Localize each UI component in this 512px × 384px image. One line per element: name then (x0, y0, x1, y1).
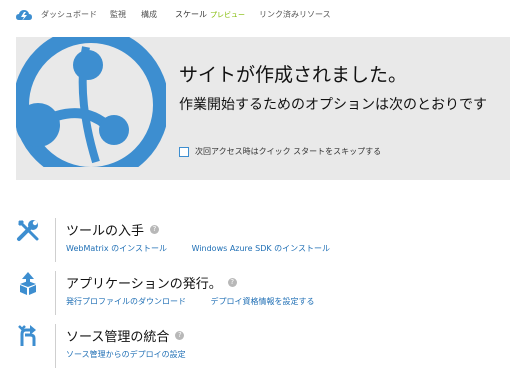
preview-badge: プレビュー (210, 11, 245, 19)
install-azure-sdk-link[interactable]: Windows Azure SDK のインストール (192, 244, 330, 253)
divider (55, 324, 56, 368)
section-source-control: ソース管理の統合 ? ソース管理からのデプロイの設定 (16, 324, 496, 370)
website-globe-icon (16, 37, 166, 167)
nav-configure[interactable]: 構成 (141, 9, 157, 20)
skip-quickstart-label: 次回アクセス時はクイック スタートをスキップする (195, 147, 382, 156)
top-navigation: ダッシュボード 監視 構成 スケール プレビュー リンク済みリソース (0, 0, 512, 30)
set-deployment-credentials-link[interactable]: デプロイ資格情報を設定する (211, 297, 315, 306)
nav-linked-resources[interactable]: リンク済みリソース (259, 9, 331, 20)
skip-quickstart-checkbox[interactable] (179, 146, 189, 157)
section-links: WebMatrix のインストール Windows Azure SDK のインス… (66, 243, 352, 254)
section-title-text: ツールの入手 (66, 224, 145, 239)
divider (55, 271, 56, 315)
help-icon[interactable]: ? (227, 278, 237, 287)
section-links: ソース管理からのデプロイの設定 (66, 349, 208, 360)
cloud-lightning-icon[interactable] (16, 8, 32, 22)
section-title: アプリケーションの発行。 ? (66, 273, 237, 292)
publish-icon (20, 272, 36, 295)
divider (55, 218, 56, 262)
section-title: ソース管理の統合 ? (66, 326, 185, 345)
section-title-text: ソース管理の統合 (66, 330, 170, 345)
section-publish-app: アプリケーションの発行。 ? 発行プロファイルのダウンロード デプロイ資格情報を… (16, 271, 496, 317)
source-control-icon (18, 325, 36, 346)
install-webmatrix-link[interactable]: WebMatrix のインストール (66, 244, 167, 253)
section-get-tools: ツールの入手 ? WebMatrix のインストール Windows Azure… (16, 218, 496, 264)
banner-title: サイトが作成されました。 (179, 64, 408, 86)
help-icon[interactable]: ? (175, 331, 185, 340)
setup-deploy-from-source-link[interactable]: ソース管理からのデプロイの設定 (66, 350, 186, 359)
nav-scale-label: スケール (175, 10, 207, 19)
nav-monitor[interactable]: 監視 (110, 9, 126, 20)
section-links: 発行プロファイルのダウンロード デプロイ資格情報を設定する (66, 296, 337, 307)
download-publish-profile-link[interactable]: 発行プロファイルのダウンロード (66, 297, 186, 306)
quickstart-banner: サイトが作成されました。 作業開始するためのオプションは次のとおりです 次回アク… (16, 37, 510, 180)
tools-icon (17, 220, 39, 241)
section-title-text: アプリケーションの発行。 (66, 277, 222, 292)
nav-scale[interactable]: スケール プレビュー (175, 9, 245, 20)
section-title: ツールの入手 ? (66, 220, 160, 239)
banner-subtitle: 作業開始するためのオプションは次のとおりです (179, 97, 487, 113)
nav-dashboard[interactable]: ダッシュボード (41, 9, 97, 20)
skip-quickstart-option[interactable]: 次回アクセス時はクイック スタートをスキップする (179, 146, 381, 157)
help-icon[interactable]: ? (150, 225, 160, 234)
